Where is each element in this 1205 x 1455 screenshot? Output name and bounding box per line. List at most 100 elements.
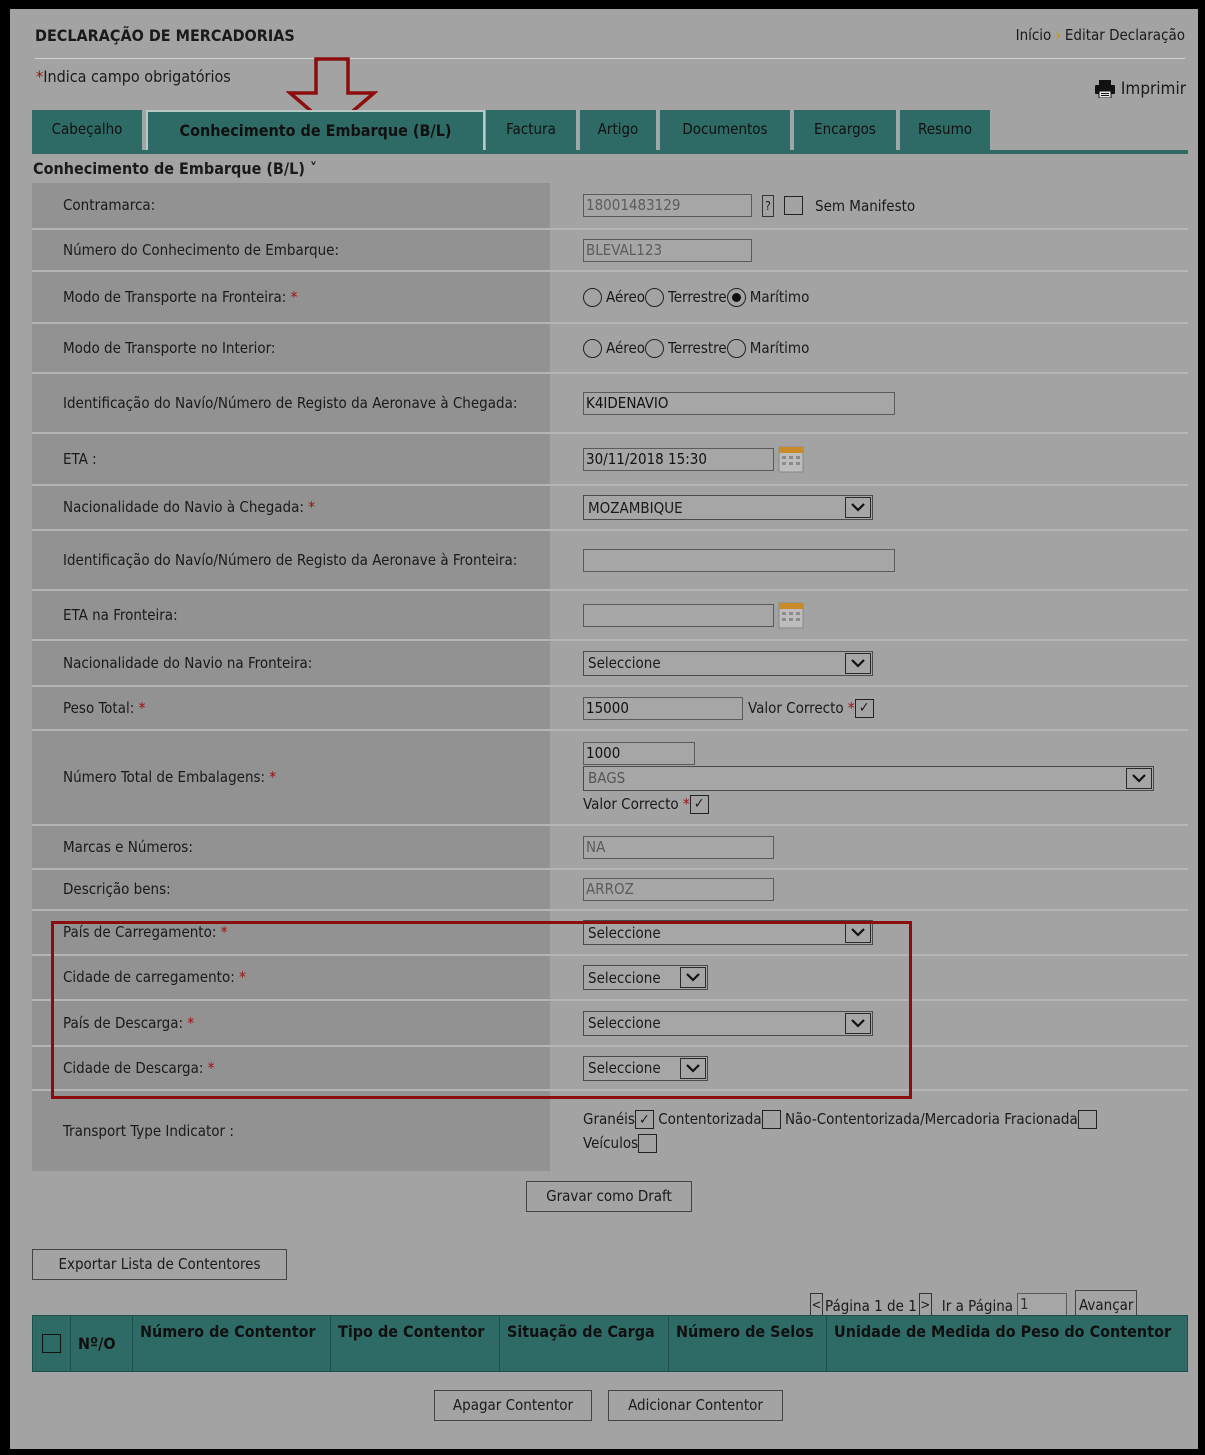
tab-resumo[interactable]: Resumo <box>900 110 992 150</box>
calendar-icon[interactable] <box>778 602 804 629</box>
contramarca-field[interactable]: 18001483129 <box>583 194 752 217</box>
peso-total-label: Peso Total: * <box>63 698 146 717</box>
required-note: *Indica campo obrigatórios <box>36 67 231 86</box>
row-eta-fronteira: ETA na Fronteira: <box>32 591 1188 641</box>
chevron-down-icon <box>845 497 871 518</box>
nacionalidade-fronteira-select[interactable]: Seleccione <box>583 650 873 676</box>
tab-factura[interactable]: Factura <box>486 110 578 150</box>
adicionar-contentor-button[interactable]: Adicionar Contentor <box>608 1390 783 1421</box>
nacionalidade-chegada-label: Nacionalidade do Navio à Chegada: * <box>63 498 315 516</box>
print-button[interactable]: Imprimir <box>1094 79 1186 99</box>
modo-interior-aereo-radio[interactable]: Aéreo <box>583 338 645 358</box>
row-peso-total: Peso Total: * 15000 Valor Correcto * ✓ <box>32 687 1188 731</box>
exportar-contentores-button[interactable]: Exportar Lista de Contentores <box>32 1249 287 1280</box>
tab-cabecalho[interactable]: Cabeçalho <box>32 110 144 150</box>
embalagens-valor-correcto-checkbox[interactable]: ✓ <box>689 794 709 814</box>
graneis-checkbox[interactable]: ✓ <box>634 1110 654 1129</box>
eta-field[interactable]: 30/11/2018 15:30 <box>583 447 774 471</box>
modo-interior-maritimo-radio[interactable]: Marítimo <box>726 338 809 358</box>
eta-fronteira-label: ETA na Fronteira: <box>63 605 178 624</box>
eta-label: ETA : <box>63 449 97 468</box>
sem-manifesto-label: Sem Manifesto <box>815 196 916 215</box>
row-id-navio-chegada: Identificação do Navío/Número de Registo… <box>32 374 1188 434</box>
tab-bar: Cabeçalho Conhecimento de Embarque (B/L)… <box>32 110 1188 154</box>
tab-encargos[interactable]: Encargos <box>794 110 898 150</box>
page-frame: DECLARAÇÃO DE MERCADORIAS Início › Editar … <box>10 9 1198 1449</box>
tab-conhecimento-embarque[interactable]: Conhecimento de Embarque (B/L) <box>146 110 485 150</box>
veiculos-checkbox[interactable] <box>638 1134 658 1153</box>
contramarca-label: Contramarca: <box>63 196 156 214</box>
containers-table-header: Nº/O Número de Contentor Tipo de Content… <box>32 1315 1188 1372</box>
row-descricao: Descrição bens: ARROZ <box>32 870 1188 911</box>
modo-interior-terrestre-radio[interactable]: Terrestre <box>645 338 727 358</box>
gravar-draft-button[interactable]: Gravar como Draft <box>526 1181 692 1212</box>
num-embalagens-field[interactable]: 1000 <box>583 741 695 765</box>
nao-contentorizada-label: Não-Contentorizada/Mercadoria Fracionada <box>784 1110 1078 1128</box>
embalagens-valor-correcto-label: Valor Correcto <box>583 794 679 813</box>
row-marcas: Marcas e Números: NA <box>32 826 1188 870</box>
page-indicator: Página 1 de 1 <box>825 1296 917 1315</box>
apagar-contentor-button[interactable]: Apagar Contentor <box>434 1390 592 1421</box>
collapse-caret-icon: ˅ <box>309 159 318 178</box>
numero-conhecimento-label: Número do Conhecimento de Embarque: <box>63 240 339 259</box>
section-title[interactable]: Conhecimento de Embarque (B/L) ˅ <box>33 159 317 178</box>
tab-artigo[interactable]: Artigo <box>580 110 658 150</box>
goto-page-label: Ir a Página <box>941 1296 1014 1315</box>
modo-fronteira-label: Modo de Transporte na Fronteira: * <box>63 287 298 306</box>
col-numero-contentor: Número de Contentor <box>133 1316 331 1371</box>
chevron-down-icon <box>845 652 871 674</box>
print-label: Imprimir <box>1120 79 1186 99</box>
row-transport-type: Transport Type Indicator : Granéis ✓ Cont… <box>32 1091 1188 1171</box>
page-header: DECLARAÇÃO DE MERCADORIAS Início › Editar … <box>35 23 1185 59</box>
contentorizada-checkbox[interactable] <box>761 1110 781 1129</box>
printer-icon <box>1094 80 1115 98</box>
col-situacao-carga: Situação de Carga <box>500 1316 669 1371</box>
modo-fronteira-terrestre-radio[interactable]: Terrestre <box>645 287 727 307</box>
eta-fronteira-field[interactable] <box>583 603 774 627</box>
row-nacionalidade-fronteira: Nacionalidade do Navio na Fronteira: Sel… <box>32 641 1188 687</box>
help-icon[interactable]: ? <box>762 194 774 217</box>
row-id-navio-fronteira: Identificação do Navío/Número de Registo… <box>32 531 1188 591</box>
breadcrumb-current: Editar Declaração <box>1064 26 1185 44</box>
marcas-label: Marcas e Números: <box>63 837 193 856</box>
col-numero-selos: Número de Selos <box>669 1316 827 1371</box>
modo-fronteira-aereo-radio[interactable]: Aéreo <box>583 287 645 307</box>
page-title: DECLARAÇÃO DE MERCADORIAS <box>35 26 295 45</box>
row-eta: ETA : 30/11/2018 15:30 <box>32 434 1188 486</box>
peso-valor-correcto-checkbox[interactable]: ✓ <box>854 698 874 718</box>
numero-conhecimento-field[interactable]: BLEVAL123 <box>583 238 752 262</box>
row-num-embalagens: Número Total de Embalagens: * 1000 BAGS … <box>32 731 1188 826</box>
row-modo-fronteira: Modo de Transporte na Fronteira: * Aéreo… <box>32 272 1188 324</box>
id-navio-chegada-field[interactable]: K4IDENAVIO <box>583 391 895 415</box>
breadcrumb-home-link[interactable]: Início <box>1016 26 1052 44</box>
col-tipo-contentor: Tipo de Contentor <box>331 1316 500 1371</box>
transport-type-label: Transport Type Indicator : <box>63 1121 234 1140</box>
modo-interior-label: Modo de Transporte no Interior: <box>63 338 276 357</box>
select-all-cell <box>33 1316 71 1371</box>
select-all-checkbox[interactable] <box>42 1334 61 1353</box>
descricao-field[interactable]: ARROZ <box>583 878 774 901</box>
num-embalagens-label: Número Total de Embalagens: * <box>63 768 277 786</box>
contentorizada-label: Contentorizada <box>658 1110 762 1128</box>
tipo-embalagem-select[interactable]: BAGS <box>583 765 1154 791</box>
chevron-down-icon <box>1126 767 1152 789</box>
breadcrumb: Início › Editar Declaração <box>1016 26 1185 44</box>
nacionalidade-chegada-select[interactable]: MOZAMBIQUE <box>583 495 873 520</box>
veiculos-label: Veículos <box>583 1134 639 1152</box>
row-numero-conhecimento: Número do Conhecimento de Embarque: BLEV… <box>32 230 1188 272</box>
row-modo-interior: Modo de Transporte no Interior: Aéreo Te… <box>32 324 1188 374</box>
nacionalidade-fronteira-label: Nacionalidade do Navio na Fronteira: <box>63 653 313 672</box>
graneis-label: Granéis <box>583 1110 635 1128</box>
peso-total-field[interactable]: 15000 <box>583 696 743 720</box>
annotation-highlight-box <box>51 921 912 1099</box>
id-navio-chegada-label: Identificação do Navío/Número de Registo… <box>63 393 518 412</box>
tab-documentos[interactable]: Documentos <box>660 110 792 150</box>
nao-contentorizada-checkbox[interactable] <box>1077 1110 1097 1129</box>
calendar-icon[interactable] <box>778 446 804 473</box>
modo-fronteira-maritimo-radio[interactable]: Marítimo <box>726 287 809 307</box>
id-navio-fronteira-field[interactable] <box>583 548 895 572</box>
descricao-label: Descrição bens: <box>63 880 171 898</box>
sem-manifesto-checkbox[interactable] <box>784 196 803 215</box>
col-unidade-peso: Unidade de Medida do Peso do Contentor <box>834 1322 1172 1341</box>
marcas-field[interactable]: NA <box>583 835 774 859</box>
